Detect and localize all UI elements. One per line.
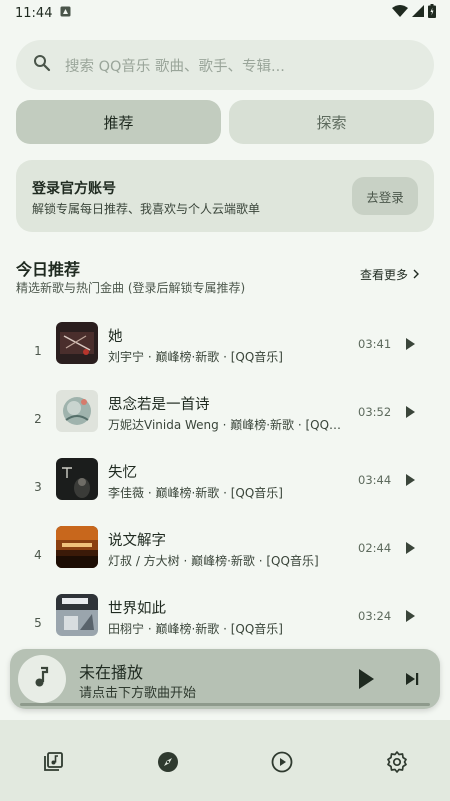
song-title: 说文解字 [108,533,166,549]
song-title: 她 [108,329,123,345]
tab-explore[interactable]: 探索 [229,100,434,144]
tab-recommend[interactable]: 推荐 [16,100,221,144]
album-cover [56,390,98,432]
album-cover [56,322,98,364]
skip-next-icon[interactable] [403,670,421,688]
song-meta: 万妮达Vinida Weng · 巅峰榜·新歌 · [QQ音乐] [108,418,350,432]
music-note-icon [33,666,51,692]
mini-player-subtitle: 请点击下方歌曲开始 [79,686,197,701]
login-card: 登录官方账号 解锁专属每日推荐、我喜欢与个人云端歌单 去登录 [16,160,434,232]
song-duration: 03:52 [358,405,392,419]
song-row[interactable]: 2 思念若是一首诗 万妮达Vinida Weng · 巅峰榜·新歌 · [QQ音… [0,390,450,458]
play-icon[interactable] [403,608,417,622]
album-cover [56,594,98,636]
notification-icon [60,6,71,21]
search-bar[interactable]: 搜索 QQ音乐 歌曲、歌手、专辑... [16,40,434,90]
section-title: 今日推荐 [16,260,81,279]
play-icon[interactable] [403,540,417,554]
play-button-icon[interactable] [354,666,378,692]
song-duration: 03:24 [358,609,392,623]
song-meta: 灯叔 / 方大树 · 巅峰榜·新歌 · [QQ音乐] [108,554,319,568]
play-icon[interactable] [403,404,417,418]
play-icon[interactable] [403,472,417,486]
album-cover [56,526,98,568]
song-title: 世界如此 [108,601,166,617]
song-rank: 4 [34,548,42,562]
song-duration: 03:41 [358,337,392,351]
status-bar: 11:44 [0,0,450,26]
search-placeholder: 搜索 QQ音乐 歌曲、歌手、专辑... [65,58,285,75]
mini-player-title: 未在播放 [79,663,144,682]
signal-icon [412,5,424,21]
see-more-link[interactable]: 查看更多 [360,266,420,283]
chevron-right-icon [412,268,420,282]
song-duration: 03:44 [358,473,392,487]
song-rank: 1 [34,344,42,358]
library-icon[interactable] [41,750,65,774]
see-more-label: 查看更多 [360,268,409,282]
song-meta: 田栩宁 · 巅峰榜·新歌 · [QQ音乐] [108,622,283,636]
wifi-icon [392,5,408,21]
login-button[interactable]: 去登录 [352,177,418,215]
song-duration: 02:44 [358,541,392,555]
now-playing-icon[interactable] [270,750,294,774]
album-cover [56,458,98,500]
song-rank: 3 [34,480,42,494]
song-meta: 刘宇宁 · 巅峰榜·新歌 · [QQ音乐] [108,350,283,364]
song-rank: 5 [34,616,42,630]
song-rank: 2 [34,412,42,426]
play-icon[interactable] [403,336,417,350]
song-row[interactable]: 3 失忆 李佳薇 · 巅峰榜·新歌 · [QQ音乐] 03:44 [0,458,450,526]
settings-gear-icon[interactable] [385,750,409,774]
song-row[interactable]: 1 她 刘宇宁 · 巅峰榜·新歌 · [QQ音乐] 03:41 [0,322,450,390]
song-row[interactable]: 4 说文解字 灯叔 / 方大树 · 巅峰榜·新歌 · [QQ音乐] 02:44 [0,526,450,594]
song-title: 失忆 [108,465,137,481]
search-icon [33,54,51,76]
login-title: 登录官方账号 [32,181,116,197]
status-time: 11:44 [15,5,53,21]
mini-player-artwork [18,655,66,703]
bottom-nav [0,720,450,801]
song-title: 思念若是一首诗 [108,397,210,413]
battery-icon [428,4,436,22]
playback-progress-bar[interactable] [20,703,430,706]
section-subtitle: 精选新歌与热门金曲 (登录后解锁专属推荐) [16,281,246,295]
mini-player[interactable]: 未在播放 请点击下方歌曲开始 [10,649,440,709]
song-meta: 李佳薇 · 巅峰榜·新歌 · [QQ音乐] [108,486,283,500]
login-subtitle: 解锁专属每日推荐、我喜欢与个人云端歌单 [32,202,261,216]
explore-compass-icon[interactable] [156,750,180,774]
